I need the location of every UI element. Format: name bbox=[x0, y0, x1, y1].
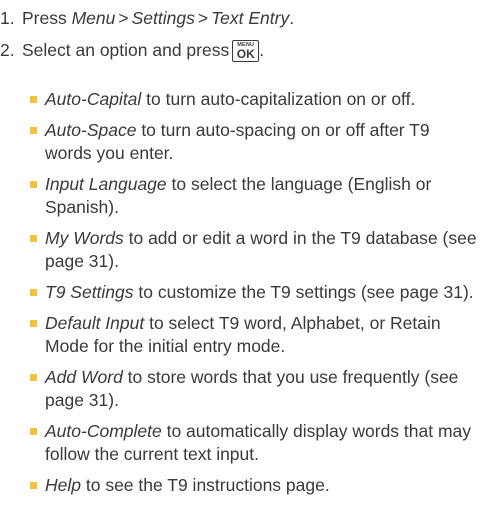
bullet-icon bbox=[30, 428, 37, 435]
option-term: Auto-Space bbox=[45, 120, 137, 140]
option-term: Default Input bbox=[45, 313, 145, 333]
bullet-icon bbox=[30, 289, 37, 296]
step-1-suffix: . bbox=[289, 8, 295, 28]
menu-ok-key-icon: MENU OK bbox=[232, 39, 260, 62]
option-auto-complete: Auto-Complete to automatically display w… bbox=[30, 420, 480, 466]
bullet-icon bbox=[30, 235, 37, 242]
option-auto-space: Auto-Space to turn auto-spacing on or of… bbox=[30, 119, 480, 165]
option-input-language: Input Language to select the language (E… bbox=[30, 173, 480, 219]
step-number: 1. bbox=[0, 8, 15, 28]
menu-path-text-entry: Text Entry bbox=[211, 8, 290, 28]
option-desc: to customize the T9 settings (see page 3… bbox=[133, 282, 474, 302]
option-term: Help bbox=[45, 475, 81, 495]
option-default-input: Default Input to select T9 word, Alphabe… bbox=[30, 312, 480, 358]
step-1-prefix: Press bbox=[22, 8, 72, 28]
option-term: My Words bbox=[45, 228, 124, 248]
step-number: 2. bbox=[0, 40, 15, 60]
bullet-icon bbox=[30, 127, 37, 134]
option-add-word: Add Word to store words that you use fre… bbox=[30, 366, 480, 412]
bullet-icon bbox=[30, 96, 37, 103]
option-term: Add Word bbox=[45, 367, 123, 387]
step-1: 1. Press Menu > Settings > Text Entry . bbox=[0, 7, 294, 30]
bullet-icon bbox=[30, 181, 37, 188]
option-term: T9 Settings bbox=[45, 282, 134, 302]
path-separator: > bbox=[197, 8, 209, 28]
option-term: Auto-Complete bbox=[45, 421, 162, 441]
option-my-words: My Words to add or edit a word in the T9… bbox=[30, 227, 480, 273]
option-help: Help to see the T9 instructions page. bbox=[30, 474, 480, 497]
option-desc: to turn auto-capitalization on or off. bbox=[141, 89, 416, 109]
option-term: Input Language bbox=[45, 174, 167, 194]
key-bottom-label: OK bbox=[236, 46, 255, 61]
path-separator: > bbox=[118, 8, 129, 28]
menu-path-settings: Settings bbox=[131, 8, 195, 28]
bullet-icon bbox=[30, 320, 37, 327]
step-2: 2. Select an option and press MENU OK . bbox=[0, 39, 264, 62]
option-auto-capital: Auto-Capital to turn auto-capitalization… bbox=[30, 88, 480, 111]
option-t9-settings: T9 Settings to customize the T9 settings… bbox=[30, 281, 480, 304]
step-2-text: Select an option and press bbox=[22, 40, 230, 60]
options-list: Auto-Capital to turn auto-capitalization… bbox=[30, 88, 480, 505]
option-term: Auto-Capital bbox=[45, 89, 142, 109]
menu-path-menu: Menu bbox=[71, 8, 116, 28]
bullet-icon bbox=[30, 482, 37, 489]
step-2-suffix: . bbox=[259, 40, 265, 60]
manual-page: 1. Press Menu > Settings > Text Entry . … bbox=[0, 0, 482, 508]
option-desc: to see the T9 instructions page. bbox=[81, 475, 330, 495]
bullet-icon bbox=[30, 374, 37, 381]
